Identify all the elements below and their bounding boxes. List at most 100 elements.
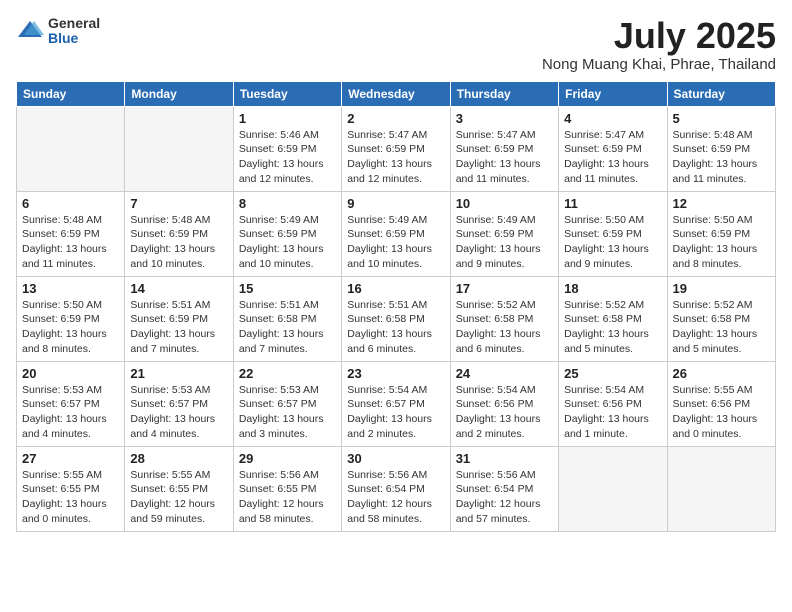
day-info: Sunrise: 5:50 AM Sunset: 6:59 PM Dayligh…: [22, 298, 119, 357]
day-info: Sunrise: 5:47 AM Sunset: 6:59 PM Dayligh…: [564, 128, 661, 187]
day-number: 11: [564, 196, 661, 211]
day-number: 27: [22, 451, 119, 466]
calendar-cell: 4 Sunrise: 5:47 AM Sunset: 6:59 PM Daylig…: [559, 106, 667, 191]
column-header-monday: Monday: [125, 81, 233, 106]
day-number: 26: [673, 366, 770, 381]
calendar-cell: 6Sunrise: 5:48 AM Sunset: 6:59 PM Daylig…: [17, 191, 125, 276]
day-info: Sunrise: 5:51 AM Sunset: 6:59 PM Dayligh…: [130, 298, 227, 357]
calendar-cell: 19 Sunrise: 5:52 AM Sunset: 6:58 PM Dayli…: [667, 276, 775, 361]
day-info: Sunrise: 5:53 AM Sunset: 6:57 PM Dayligh…: [130, 383, 227, 442]
logo: General Blue: [16, 16, 100, 47]
day-info: Sunrise: 5:56 AM Sunset: 6:54 PM Dayligh…: [456, 468, 553, 527]
day-number: 18: [564, 281, 661, 296]
calendar-cell: 7 Sunrise: 5:48 AM Sunset: 6:59 PM Daylig…: [125, 191, 233, 276]
column-header-friday: Friday: [559, 81, 667, 106]
day-info: Sunrise: 5:56 AM Sunset: 6:54 PM Dayligh…: [347, 468, 444, 527]
calendar-cell: 5 Sunrise: 5:48 AM Sunset: 6:59 PM Daylig…: [667, 106, 775, 191]
column-header-tuesday: Tuesday: [233, 81, 341, 106]
day-number: 29: [239, 451, 336, 466]
day-info: Sunrise: 5:56 AM Sunset: 6:55 PM Dayligh…: [239, 468, 336, 527]
day-number: 5: [673, 111, 770, 126]
day-info: Sunrise: 5:50 AM Sunset: 6:59 PM Dayligh…: [673, 213, 770, 272]
calendar-cell: 21 Sunrise: 5:53 AM Sunset: 6:57 PM Dayli…: [125, 361, 233, 446]
calendar-cell: 10 Sunrise: 5:49 AM Sunset: 6:59 PM Dayli…: [450, 191, 558, 276]
month-title: July 2025: [542, 16, 776, 56]
day-info: Sunrise: 5:49 AM Sunset: 6:59 PM Dayligh…: [239, 213, 336, 272]
calendar-cell: 13Sunrise: 5:50 AM Sunset: 6:59 PM Dayli…: [17, 276, 125, 361]
day-number: 10: [456, 196, 553, 211]
day-info: Sunrise: 5:48 AM Sunset: 6:59 PM Dayligh…: [130, 213, 227, 272]
day-info: Sunrise: 5:47 AM Sunset: 6:59 PM Dayligh…: [347, 128, 444, 187]
day-number: 3: [456, 111, 553, 126]
week-row-5: 27 Sunrise: 5:55 AM Sunset: 6:55 PM Dayli…: [17, 446, 776, 531]
day-info: Sunrise: 5:48 AM Sunset: 6:59 PM Dayligh…: [22, 213, 119, 272]
day-info: Sunrise: 5:48 AM Sunset: 6:59 PM Dayligh…: [673, 128, 770, 187]
day-info: Sunrise: 5:46 AM Sunset: 6:59 PM Dayligh…: [239, 128, 336, 187]
day-info: Sunrise: 5:52 AM Sunset: 6:58 PM Dayligh…: [673, 298, 770, 357]
day-number: 8: [239, 196, 336, 211]
column-header-wednesday: Wednesday: [342, 81, 450, 106]
day-info: Sunrise: 5:49 AM Sunset: 6:59 PM Dayligh…: [347, 213, 444, 272]
week-row-4: 20 Sunrise: 5:53 AM Sunset: 6:57 PM Dayli…: [17, 361, 776, 446]
location: Nong Muang Khai, Phrae, Thailand: [542, 56, 776, 73]
page-header: General Blue July 2025 Nong Muang Khai, …: [16, 16, 776, 73]
day-info: Sunrise: 5:54 AM Sunset: 6:57 PM Dayligh…: [347, 383, 444, 442]
day-info: Sunrise: 5:52 AM Sunset: 6:58 PM Dayligh…: [564, 298, 661, 357]
day-number: 24: [456, 366, 553, 381]
day-number: 1: [239, 111, 336, 126]
day-number: 25: [564, 366, 661, 381]
calendar-cell: 27Sunrise: 5:55 AM Sunset: 6:55 PM Dayli…: [17, 446, 125, 531]
column-header-saturday: Saturday: [667, 81, 775, 106]
calendar-cell: 26 Sunrise: 5:55 AM Sunset: 6:56 PM Dayli…: [667, 361, 775, 446]
day-number: 28: [130, 451, 227, 466]
calendar-cell: 17 Sunrise: 5:52 AM Sunset: 6:58 PM Dayli…: [450, 276, 558, 361]
calendar-table: SundayMondayTuesdayWednesdayThursdayFrid…: [16, 81, 776, 532]
week-row-3: 13Sunrise: 5:50 AM Sunset: 6:59 PM Dayli…: [17, 276, 776, 361]
calendar-cell: 25 Sunrise: 5:54 AM Sunset: 6:56 PM Dayli…: [559, 361, 667, 446]
calendar-cell: 22Sunrise: 5:53 AM Sunset: 6:57 PM Dayli…: [233, 361, 341, 446]
day-number: 2: [347, 111, 444, 126]
calendar-cell: 31Sunrise: 5:56 AM Sunset: 6:54 PM Dayli…: [450, 446, 558, 531]
calendar-cell: 12Sunrise: 5:50 AM Sunset: 6:59 PM Dayli…: [667, 191, 775, 276]
day-info: Sunrise: 5:54 AM Sunset: 6:56 PM Dayligh…: [456, 383, 553, 442]
day-number: 19: [673, 281, 770, 296]
day-number: 17: [456, 281, 553, 296]
day-number: 30: [347, 451, 444, 466]
day-info: Sunrise: 5:53 AM Sunset: 6:57 PM Dayligh…: [239, 383, 336, 442]
calendar-cell: 18 Sunrise: 5:52 AM Sunset: 6:58 PM Dayli…: [559, 276, 667, 361]
day-info: Sunrise: 5:51 AM Sunset: 6:58 PM Dayligh…: [239, 298, 336, 357]
calendar-cell: 3 Sunrise: 5:47 AM Sunset: 6:59 PM Daylig…: [450, 106, 558, 191]
logo-general: General: [48, 16, 100, 31]
day-number: 4: [564, 111, 661, 126]
day-info: Sunrise: 5:54 AM Sunset: 6:56 PM Dayligh…: [564, 383, 661, 442]
day-info: Sunrise: 5:52 AM Sunset: 6:58 PM Dayligh…: [456, 298, 553, 357]
calendar-cell: 16Sunrise: 5:51 AM Sunset: 6:58 PM Dayli…: [342, 276, 450, 361]
calendar-cell: 9 Sunrise: 5:49 AM Sunset: 6:59 PM Daylig…: [342, 191, 450, 276]
calendar-cell: [667, 446, 775, 531]
day-info: Sunrise: 5:55 AM Sunset: 6:55 PM Dayligh…: [130, 468, 227, 527]
calendar-cell: 30 Sunrise: 5:56 AM Sunset: 6:54 PM Dayli…: [342, 446, 450, 531]
logo-text: General Blue: [48, 16, 100, 47]
calendar-cell: 15 Sunrise: 5:51 AM Sunset: 6:58 PM Dayli…: [233, 276, 341, 361]
calendar-cell: 8 Sunrise: 5:49 AM Sunset: 6:59 PM Daylig…: [233, 191, 341, 276]
day-info: Sunrise: 5:50 AM Sunset: 6:59 PM Dayligh…: [564, 213, 661, 272]
calendar-cell: 14Sunrise: 5:51 AM Sunset: 6:59 PM Dayli…: [125, 276, 233, 361]
title-block: July 2025 Nong Muang Khai, Phrae, Thaila…: [542, 16, 776, 73]
day-number: 20: [22, 366, 119, 381]
calendar-cell: [559, 446, 667, 531]
day-info: Sunrise: 5:51 AM Sunset: 6:58 PM Dayligh…: [347, 298, 444, 357]
day-number: 9: [347, 196, 444, 211]
day-number: 15: [239, 281, 336, 296]
calendar-cell: 1 Sunrise: 5:46 AM Sunset: 6:59 PM Daylig…: [233, 106, 341, 191]
day-info: Sunrise: 5:53 AM Sunset: 6:57 PM Dayligh…: [22, 383, 119, 442]
calendar-cell: 11 Sunrise: 5:50 AM Sunset: 6:59 PM Dayli…: [559, 191, 667, 276]
day-number: 21: [130, 366, 227, 381]
column-header-thursday: Thursday: [450, 81, 558, 106]
day-number: 7: [130, 196, 227, 211]
day-info: Sunrise: 5:49 AM Sunset: 6:59 PM Dayligh…: [456, 213, 553, 272]
day-info: Sunrise: 5:55 AM Sunset: 6:56 PM Dayligh…: [673, 383, 770, 442]
calendar-cell: [17, 106, 125, 191]
day-info: Sunrise: 5:47 AM Sunset: 6:59 PM Dayligh…: [456, 128, 553, 187]
day-number: 23: [347, 366, 444, 381]
calendar-cell: 28 Sunrise: 5:55 AM Sunset: 6:55 PM Dayli…: [125, 446, 233, 531]
